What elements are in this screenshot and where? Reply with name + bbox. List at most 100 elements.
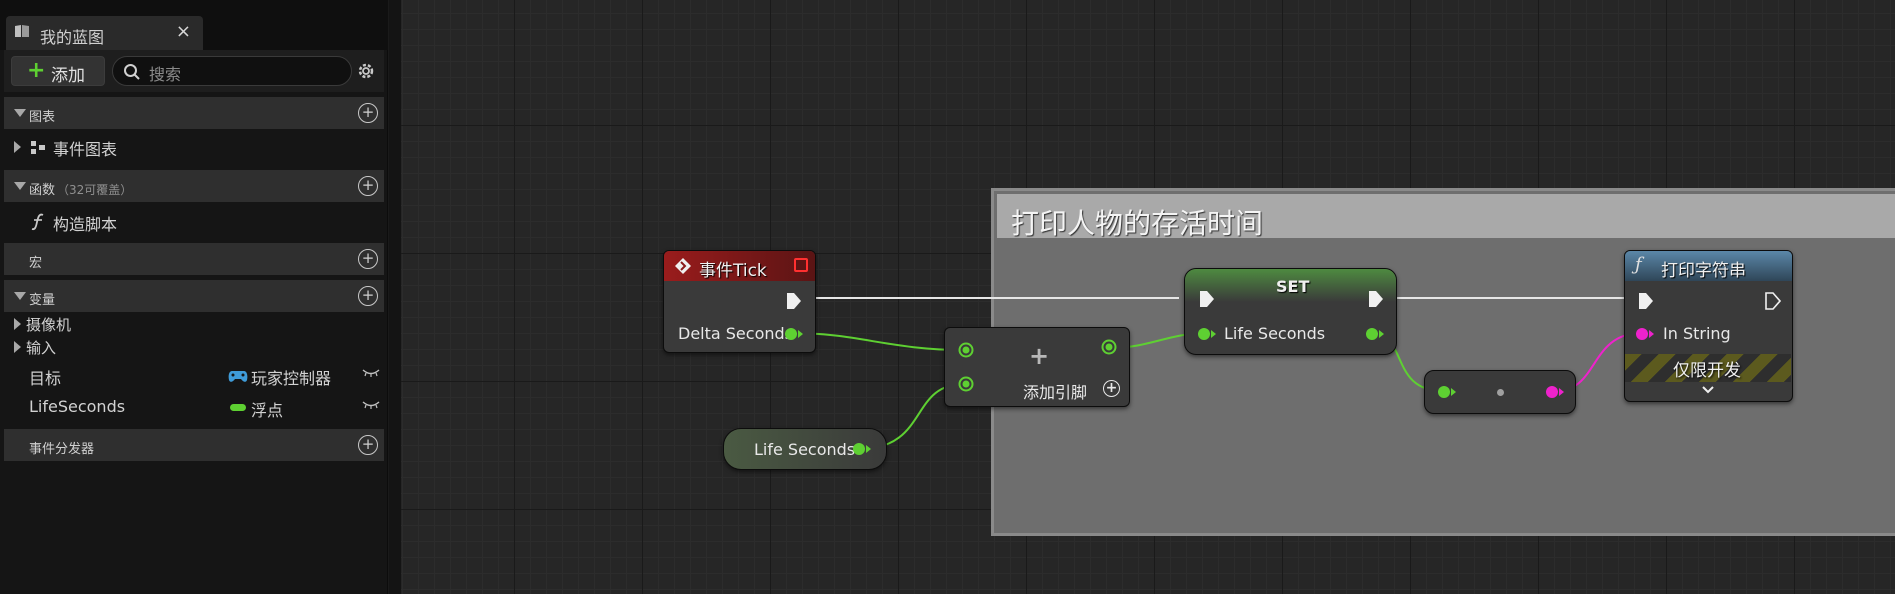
category-input[interactable]: 输入 [4,336,384,359]
section-functions-label: 函数 [29,183,56,198]
add-macro-icon[interactable]: + [358,249,378,269]
variable-lifeseconds[interactable]: LifeSeconds 浮点 [4,394,384,422]
collapse-arrow-icon [14,182,26,190]
add-graph-icon[interactable]: + [358,103,378,123]
event-tick-title: 事件Tick [699,261,767,281]
add-button[interactable]: + 添加 [11,56,105,86]
float-type-icon [230,404,246,411]
search-icon [124,64,140,80]
development-only-label: 仅限开发 [1673,361,1741,381]
blueprint-book-icon [15,25,29,37]
section-macros-label: 宏 [29,256,43,271]
event-diamond-icon [675,258,691,274]
set-pin-label: Life Seconds [1224,324,1326,343]
section-graphs[interactable]: 图表 + [4,97,384,129]
conversion-node[interactable] [1424,370,1576,414]
development-only-banner: 仅限开发 [1625,354,1791,382]
variable-type: 玩家控制器 [251,369,332,388]
category-camera-label: 摄像机 [26,316,72,334]
float-in-pin[interactable] [1197,326,1217,342]
chevron-down-icon[interactable] [1701,385,1715,395]
close-icon[interactable]: × [176,21,191,42]
variable-target[interactable]: 目标 玩家控制器 [4,362,384,390]
add-node[interactable]: + 添加引脚 + [944,327,1130,407]
expand-arrow-icon [14,341,21,353]
event-graph-label: 事件图表 [53,140,118,159]
section-variables-label: 变量 [29,293,56,308]
gamepad-icon [228,371,248,382]
section-functions-sub: （32可覆盖） [57,183,133,197]
plus-icon: + [27,58,46,83]
collapse-arrow-icon [14,109,26,117]
panel-toolbar: + 添加 搜索 [4,50,384,92]
get-life-seconds-node[interactable]: Life Seconds [723,428,887,470]
category-camera[interactable]: 摄像机 [4,313,384,336]
add-function-icon[interactable]: + [358,176,378,196]
add-pin-label[interactable]: 添加引脚 [1023,379,1087,403]
section-functions[interactable]: 函数 （32可覆盖） + [4,170,384,202]
blueprint-graph-canvas[interactable]: 打印人物的存活时间 事件Tick Delta Seconds + 添加引脚 + … [389,0,1895,594]
search-input[interactable]: 搜索 [112,56,352,86]
add-variable-icon[interactable]: + [358,286,378,306]
list-item-event-graph[interactable]: 事件图表 [4,133,384,161]
variable-name: LifeSeconds [29,397,126,416]
search-placeholder: 搜索 [149,65,182,84]
float-in-pin[interactable] [1437,384,1457,400]
variable-type: 浮点 [251,401,284,420]
set-header: SET [1185,269,1396,302]
set-title: SET [1276,277,1310,296]
string-out-pin[interactable] [1545,384,1565,400]
delta-seconds-label: Delta Seconds [678,324,793,343]
event-tick-header: 事件Tick [664,251,815,281]
section-functions-title: 函数 （32可覆盖） [29,179,132,198]
float-in-pin[interactable] [958,376,974,392]
section-graphs-label: 图表 [29,110,56,125]
section-macros[interactable]: 宏 + [4,243,384,275]
list-item-construction-script[interactable]: 构造脚本 [4,208,384,236]
eye-closed-icon[interactable] [362,398,380,414]
function-icon [31,213,44,231]
section-event-dispatchers[interactable]: 事件分发器 + [4,429,384,461]
exec-out-pin[interactable] [1765,292,1781,310]
conversion-dot-icon [1497,389,1504,396]
section-dispatchers-label: 事件分发器 [29,442,95,457]
add-button-label: 添加 [51,66,85,86]
float-in-pin[interactable] [958,342,974,358]
variable-name: 目标 [29,369,62,388]
function-icon: ƒ [1635,254,1642,275]
expand-arrow-icon [14,318,21,330]
string-in-pin[interactable] [1635,326,1655,342]
tab-my-blueprint[interactable]: 我的蓝图 × [6,16,203,50]
get-variable-label: Life Seconds [754,440,856,459]
float-out-pin[interactable] [1365,326,1385,342]
print-string-title: 打印字符串 [1661,261,1746,281]
event-tick-node[interactable]: 事件Tick Delta Seconds [663,250,816,353]
collapse-arrow-icon [14,292,26,300]
delegate-pin-icon[interactable] [794,258,808,272]
construction-script-label: 构造脚本 [53,215,118,234]
expand-arrow-icon [14,141,21,153]
tab-title: 我的蓝图 [40,28,105,47]
float-out-pin[interactable] [1101,339,1117,355]
float-wire [790,332,965,351]
set-node[interactable]: SET Life Seconds [1184,268,1397,355]
add-dispatcher-icon[interactable]: + [358,435,378,455]
exec-in-pin[interactable] [1638,292,1654,310]
gear-icon[interactable] [355,60,377,82]
float-out-pin[interactable] [784,326,804,342]
exec-out-pin[interactable] [786,292,802,310]
add-pin-icon[interactable]: + [1103,380,1120,397]
category-input-label: 输入 [26,339,57,357]
exec-out-pin[interactable] [1368,290,1384,308]
exec-in-pin[interactable] [1199,290,1215,308]
eye-closed-icon[interactable] [362,366,380,382]
tab-bar: 我的蓝图 × [0,0,388,50]
my-blueprint-panel: 我的蓝图 × + 添加 搜索 图表 + 事件图表 函数 （32可覆盖） + 构造… [0,0,388,594]
float-out-pin[interactable] [852,441,872,457]
add-operator-icon: + [1029,342,1050,370]
print-string-header: ƒ 打印字符串 [1625,251,1792,281]
print-string-node[interactable]: ƒ 打印字符串 In String 仅限开发 [1624,250,1793,402]
event-graph-icon [31,141,45,154]
section-variables[interactable]: 变量 + [4,280,384,312]
in-string-label: In String [1663,324,1731,343]
